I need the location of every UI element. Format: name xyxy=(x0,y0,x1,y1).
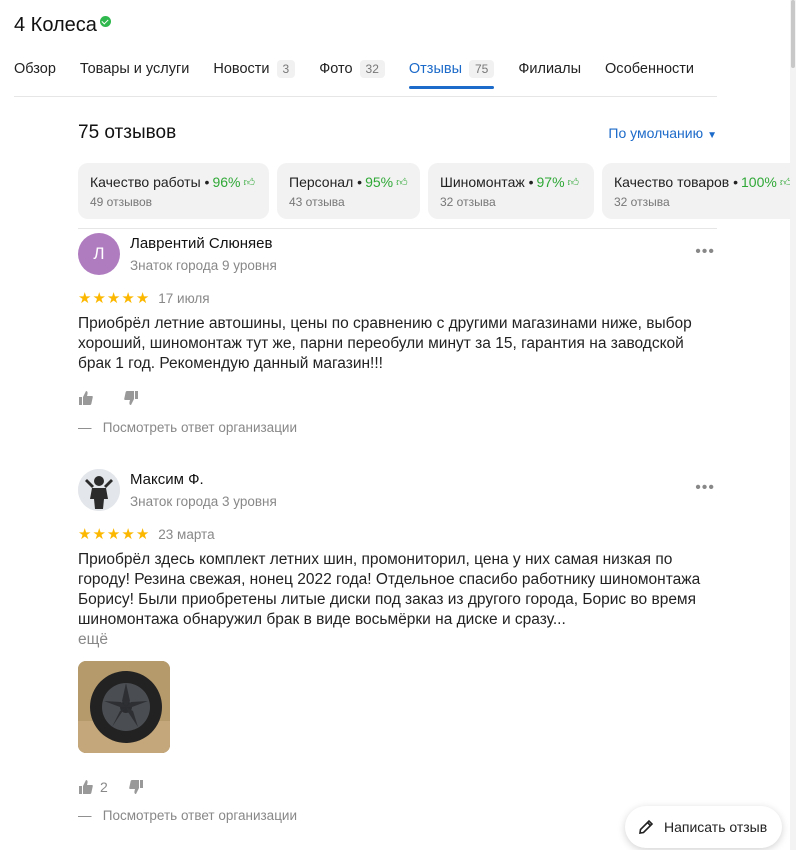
tabs-bar: Обзор Товары и услуги Новости 3 Фото 32 От… xyxy=(14,58,718,89)
rating-stars: ★ ★ ★ ★ ★ 23 марта xyxy=(78,525,215,543)
scrollbar-thumb[interactable] xyxy=(791,0,795,68)
star-icon: ★ xyxy=(135,290,150,307)
review-text: Приобрёл летние автошины, цены по сравне… xyxy=(78,315,692,372)
tabs-divider xyxy=(14,96,717,97)
verified-icon xyxy=(99,16,111,27)
thumbs-down-icon xyxy=(129,780,143,794)
thumbs-up-icon xyxy=(79,780,93,794)
review-card: Л Лаврентий Слюняев Знаток города 9 уров… xyxy=(78,233,717,443)
star-icon: ★ xyxy=(121,526,135,543)
org-header: 4 Колеса xyxy=(14,14,111,37)
star-icon: ★ xyxy=(106,526,121,543)
thumbs-up-icon xyxy=(79,391,93,405)
tab-overview[interactable]: Обзор xyxy=(14,58,56,80)
like-button[interactable] xyxy=(78,390,94,406)
tab-count: 75 xyxy=(469,60,495,78)
scrollbar[interactable] xyxy=(790,0,796,850)
star-icon: ★ xyxy=(121,290,135,307)
write-review-button[interactable]: Написать отзыв xyxy=(625,806,782,848)
review-date: 23 марта xyxy=(158,526,215,542)
review-text: Приобрёл здесь комплект летних шин, пром… xyxy=(78,551,701,648)
tab-branches[interactable]: Филиалы xyxy=(518,58,581,80)
dislike-button[interactable] xyxy=(123,390,139,406)
thumbs-down-icon xyxy=(124,391,138,405)
aspect-chip-work-quality[interactable]: Качество работы • 96% 👍︎ 49 отзывов xyxy=(78,163,269,219)
star-icon: ★ xyxy=(135,526,150,543)
read-more-link[interactable]: ещё xyxy=(78,631,108,648)
review-date: 17 июля xyxy=(158,290,210,306)
author-level: Знаток города 3 уровня xyxy=(130,494,277,509)
review-divider xyxy=(78,228,717,229)
thumbs-up-icon: 👍︎ xyxy=(567,176,580,189)
tab-photos[interactable]: Фото 32 xyxy=(319,58,385,80)
chevron-down-icon: ▼ xyxy=(707,130,717,141)
tab-goods-services[interactable]: Товары и услуги xyxy=(80,58,189,80)
view-org-reply-link[interactable]: — Посмотреть ответ организации xyxy=(78,420,297,435)
review-card: Максим Ф. Знаток города 3 уровня ••• ★ ★… xyxy=(78,469,717,829)
star-icon: ★ xyxy=(92,290,106,307)
author-name[interactable]: Лаврентий Слюняев xyxy=(130,235,272,252)
view-org-reply-link[interactable]: — Посмотреть ответ организации xyxy=(78,808,297,823)
star-icon: ★ xyxy=(78,526,92,543)
like-button[interactable]: 2 xyxy=(78,779,108,795)
star-icon: ★ xyxy=(92,526,106,543)
aspect-chips: Качество работы • 96% 👍︎ 49 отзывов Персон… xyxy=(78,163,796,219)
star-icon: ★ xyxy=(78,290,92,307)
tab-news[interactable]: Новости 3 xyxy=(213,58,296,80)
tab-reviews[interactable]: Отзывы 75 xyxy=(408,58,495,89)
tire-photo xyxy=(78,661,170,753)
author-name[interactable]: Максим Ф. xyxy=(130,471,204,488)
tab-count: 32 xyxy=(359,60,385,78)
aspect-chip-tire-fitting[interactable]: Шиномонтаж • 97% 👍︎ 32 отзыва xyxy=(428,163,594,219)
rating-stars: ★ ★ ★ ★ ★ 17 июля xyxy=(78,289,210,307)
author-level: Знаток города 9 уровня xyxy=(130,258,277,273)
review-photo[interactable] xyxy=(78,661,170,753)
like-count: 2 xyxy=(100,779,108,795)
pencil-icon xyxy=(639,819,654,834)
tab-features[interactable]: Особенности xyxy=(605,58,694,80)
org-title: 4 Колеса xyxy=(14,14,97,36)
tab-count: 3 xyxy=(276,60,296,78)
more-icon[interactable]: ••• xyxy=(695,479,715,497)
aspect-chip-goods-quality[interactable]: Качество товаров • 100% 👍︎ 32 отзыва xyxy=(602,163,796,219)
thumbs-up-icon: 👍︎ xyxy=(243,176,255,189)
dislike-button[interactable] xyxy=(128,779,144,795)
thumbs-up-icon: 👍︎ xyxy=(396,176,408,189)
reviews-count-title: 75 отзывов xyxy=(78,122,177,143)
star-icon: ★ xyxy=(106,290,121,307)
more-icon[interactable]: ••• xyxy=(695,243,715,261)
avatar[interactable] xyxy=(78,469,120,511)
avatar-photo xyxy=(78,469,120,511)
aspect-chip-staff[interactable]: Персонал • 95% 👍︎ 43 отзыва xyxy=(277,163,420,219)
sort-dropdown[interactable]: По умолчанию ▼ xyxy=(608,125,717,141)
avatar[interactable]: Л xyxy=(78,233,120,275)
